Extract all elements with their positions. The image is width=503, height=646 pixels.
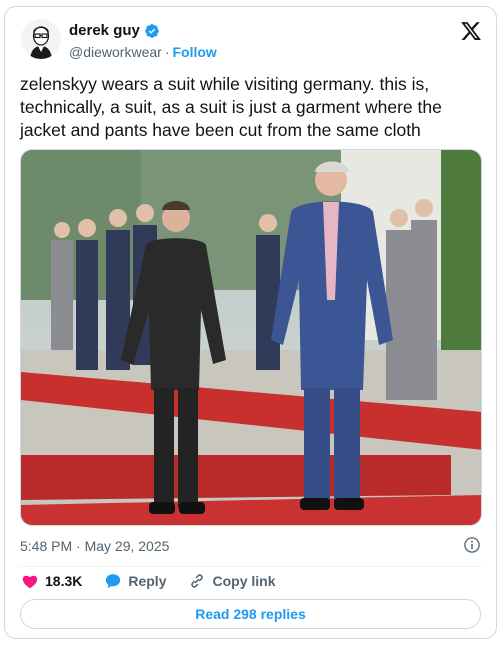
divider: [20, 566, 481, 567]
like-count: 18.3K: [45, 573, 83, 589]
reply-button[interactable]: Reply: [104, 572, 166, 590]
photo-illustration: [21, 150, 481, 525]
read-replies-button[interactable]: Read 298 replies: [20, 599, 481, 629]
verified-badge-icon: [145, 23, 159, 38]
reply-label: Reply: [128, 573, 167, 589]
x-logo-icon[interactable]: [460, 20, 482, 42]
info-icon[interactable]: [463, 536, 481, 554]
like-button[interactable]: 18.3K: [21, 572, 82, 590]
author-handle-row: @dieworkwear · Follow: [69, 44, 217, 60]
tweet-card: derek guy @dieworkwear · Follow zelensky…: [4, 6, 497, 639]
link-icon: [191, 574, 204, 588]
separator-dot: ·: [164, 44, 170, 60]
author-name-row: derek guy: [69, 22, 160, 39]
tweet-timestamp[interactable]: 5:48 PM · May 29, 2025: [20, 538, 169, 554]
copy-link-label: Copy link: [212, 573, 276, 589]
copy-link-button[interactable]: Copy link: [188, 572, 276, 590]
tweet-photo[interactable]: [20, 149, 482, 526]
tweet-text: zelenskyy wears a suit while visiting ge…: [20, 74, 442, 140]
action-bar: 18.3K Reply Copy link: [21, 572, 298, 590]
heart-icon: [22, 575, 38, 589]
author-name[interactable]: derek guy: [69, 22, 140, 39]
reply-bubble-icon: [106, 574, 121, 589]
author-handle[interactable]: @dieworkwear: [69, 44, 162, 60]
avatar[interactable]: [21, 19, 61, 59]
follow-button[interactable]: Follow: [172, 44, 216, 60]
